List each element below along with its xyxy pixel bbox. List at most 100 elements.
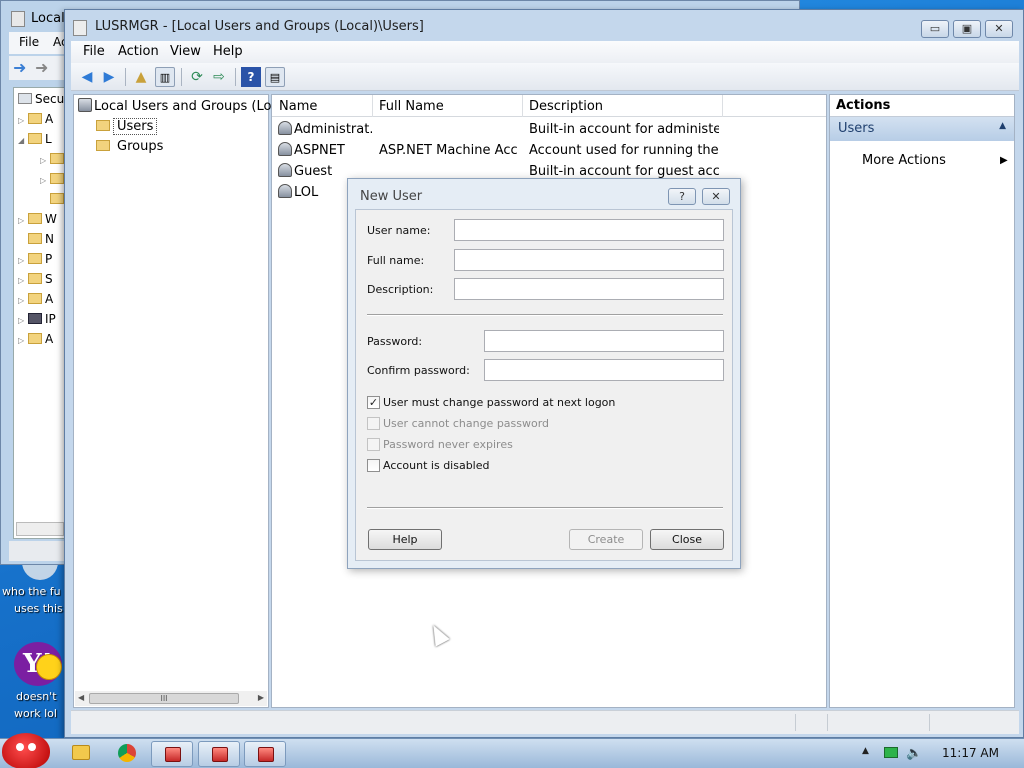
folder-icon[interactable] [72,745,90,760]
expand-icon[interactable]: ▷ [40,152,50,168]
maximize-button[interactable]: ▣ [953,20,981,38]
back-arrow-icon[interactable]: ◀ [77,67,97,87]
window-icon [11,11,25,27]
forward-arrow-icon[interactable]: ▶ [99,67,119,87]
bg-tree-label: A [45,112,54,126]
tree-hscrollbar[interactable]: ◀ III ▶ [75,691,267,706]
description-field[interactable] [454,278,724,300]
bg-hscrollbar[interactable] [16,522,64,536]
bg-tree-row[interactable]: ▷ A [18,330,68,348]
back-arrow-icon[interactable]: ➜ [13,58,26,77]
column-divider[interactable] [372,95,373,117]
refresh-icon[interactable]: ⟳ [187,67,207,87]
dialog-title: New User [360,189,423,204]
column-divider[interactable] [722,95,723,117]
collapse-icon[interactable]: ◢ [18,132,28,148]
scroll-left-icon[interactable]: ◀ [78,693,84,702]
bg-tree-label: P [45,252,53,266]
bg-tree-row[interactable]: ▷ IP [18,310,68,328]
column-divider[interactable] [522,95,523,117]
table-row[interactable]: Administrat... Built-in account for admi… [272,119,826,140]
expand-icon[interactable]: ▷ [18,272,28,288]
bg-menu-file[interactable]: File [19,35,39,49]
user-name-cell: ASPNET [294,143,345,158]
bg-tree-row[interactable]: ▷ W [18,210,68,228]
show-hidden-icons-icon[interactable]: ▲ [862,746,869,756]
show-hide-tree-icon[interactable]: ▥ [155,67,175,87]
new-user-dialog[interactable]: New User ? ✕ User name: Full name: Descr… [347,178,741,569]
cannot-change-checkbox[interactable] [367,417,380,430]
never-expires-checkbox[interactable] [367,438,380,451]
start-button[interactable] [2,733,50,768]
taskbar-button-app[interactable] [244,741,286,767]
taskbar: ▲ 🔈 11:17 AM [0,733,1024,768]
bird-eye-icon [28,743,36,751]
help-icon[interactable]: ? [241,67,261,87]
expand-icon[interactable]: ▷ [18,332,28,348]
separator [367,314,723,316]
password-field[interactable] [484,330,724,352]
statusbar [71,710,1019,734]
close-window-button[interactable]: ✕ [985,20,1013,38]
expand-icon[interactable]: ▷ [18,312,28,328]
expand-icon[interactable]: ▷ [18,112,28,128]
tree-root-label: Local Users and Groups (Loca [94,99,287,114]
column-full-name[interactable]: Full Name [379,99,444,115]
bg-tree-row[interactable]: ◢ L [18,130,68,148]
expand-icon[interactable]: ▷ [18,212,28,228]
bg-tree-label: Secu [35,92,65,106]
up-folder-icon[interactable]: ▲ [131,67,151,87]
menu-action[interactable]: Action [118,44,159,59]
volume-icon[interactable]: 🔈 [906,746,922,761]
tree-item-groups[interactable]: Groups [96,137,163,156]
menubar: File Action View Help [71,41,1019,63]
computer-icon [18,93,32,104]
bg-tree-row[interactable]: ▷ P [18,250,68,268]
minimize-button[interactable]: ▭ [921,20,949,38]
dialog-help-button[interactable]: ? [668,188,696,205]
menu-help[interactable]: Help [213,44,243,59]
bg-tree-row[interactable]: ▷ A [18,110,68,128]
account-disabled-checkbox[interactable] [367,459,380,472]
forward-arrow-icon[interactable]: ➜ [35,58,48,77]
actions-section-label: Users [838,121,875,136]
column-name[interactable]: Name [279,99,317,115]
tree-root[interactable]: Local Users and Groups (Loca [78,97,287,116]
desktop-text-4: work lol [14,707,57,720]
must-change-checkbox[interactable]: ✓ [367,396,380,409]
bg-tree-row[interactable]: ▷ S [18,270,68,288]
table-row[interactable]: ASPNET ASP.NET Machine Acc... Account us… [272,140,826,161]
full-name-field[interactable] [454,249,724,271]
close-button[interactable]: Close [650,529,724,550]
scroll-right-icon[interactable]: ▶ [258,693,264,702]
dialog-body: User name: Full name: Description: Passw… [355,209,733,561]
expand-icon[interactable]: ▷ [18,292,28,308]
show-hide-action-pane-icon[interactable]: ▤ [265,67,285,87]
clock[interactable]: 11:17 AM [942,746,999,760]
collapse-up-icon[interactable]: ▲ [999,121,1006,131]
menu-view[interactable]: View [170,44,201,59]
bg-tree-row[interactable]: ▷ A [18,290,68,308]
folder-icon [50,153,64,164]
taskbar-button-app[interactable] [198,741,240,767]
tree-item-users[interactable]: Users [96,117,158,136]
confirm-password-field[interactable] [484,359,724,381]
chrome-icon[interactable] [118,744,136,762]
folder-icon [28,273,42,284]
taskbar-button-app[interactable] [151,741,193,767]
expand-icon[interactable]: ▷ [18,252,28,268]
help-button[interactable]: Help [368,529,442,550]
export-list-icon[interactable]: ⇨ [209,67,229,87]
more-actions-item[interactable]: More Actions [862,153,946,168]
actions-section-users[interactable]: Users ▲ [830,117,1014,141]
column-description[interactable]: Description [529,99,603,115]
expand-icon[interactable]: ▷ [40,172,50,188]
flag-icon[interactable] [884,747,898,758]
scroll-thumb[interactable]: III [89,693,239,704]
folder-icon [28,253,42,264]
create-button[interactable]: Create [569,529,643,550]
dialog-close-icon[interactable]: ✕ [702,188,730,205]
menu-file[interactable]: File [83,44,105,59]
bg-tree-row[interactable]: Secu [18,90,68,108]
user-name-field[interactable] [454,219,724,241]
